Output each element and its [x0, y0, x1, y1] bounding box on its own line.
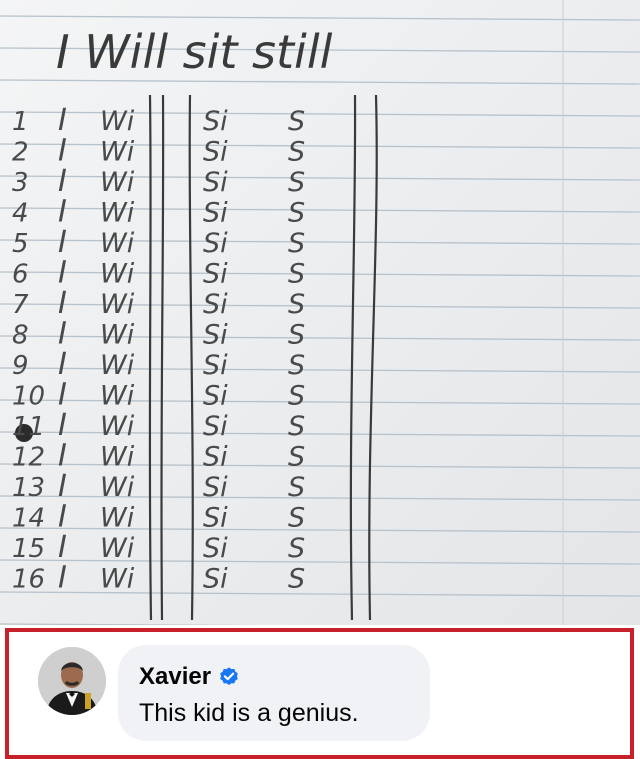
comment-author[interactable]: Xavier [139, 663, 211, 691]
handwritten-word: S [288, 472, 305, 503]
handwritten-line-number: 9 [12, 351, 29, 381]
handwritten-line-number: 16 [12, 565, 45, 595]
handwritten-word: Wi [100, 137, 135, 168]
handwritten-line-number: 6 [12, 260, 29, 290]
comment-card: Xavier This kid is a genius. [5, 628, 634, 759]
handwritten-word: Wi [100, 289, 135, 320]
handwritten-word: S [288, 198, 305, 229]
handwritten-line-number: 10 [12, 382, 45, 412]
handwritten-line-number: 11 [12, 412, 45, 442]
handwritten-word: S [288, 503, 305, 534]
handwritten-word: Wi [100, 106, 135, 137]
handwritten-word: Si [203, 167, 228, 198]
handwritten-word: Si [203, 442, 228, 473]
handwritten-word: S [288, 381, 305, 412]
handwritten-line-number: 2 [12, 138, 29, 168]
handwritten-word: Si [203, 381, 228, 412]
handwritten-word: S [288, 106, 305, 137]
handwritten-word: Wi [100, 350, 135, 381]
handwritten-line-number: 14 [12, 504, 45, 534]
handwritten-word: Si [203, 533, 228, 564]
handwritten-word: S [288, 289, 305, 320]
handwritten-word: S [288, 259, 305, 290]
handwritten-word: S [288, 564, 305, 595]
handwritten-line-number: 3 [12, 168, 29, 198]
handwritten-line-number: 4 [12, 199, 29, 229]
handwritten-word: Si [203, 228, 228, 259]
handwritten-line-number: 12 [12, 443, 45, 473]
handwritten-word: Si [203, 472, 228, 503]
handwritten-line-number: 13 [12, 473, 45, 503]
handwritten-word: Wi [100, 503, 135, 534]
handwritten-word: S [288, 533, 305, 564]
handwritten-word: Si [203, 411, 228, 442]
handwritten-word: Wi [100, 442, 135, 473]
handwritten-word: S [288, 228, 305, 259]
handwritten-word: Wi [100, 533, 135, 564]
notebook-photo: I Will sit still 1 I Wi Si S 2 I Wi Si S 3 I Wi Si S 4 I… [0, 0, 640, 625]
handwritten-word: Wi [100, 564, 135, 595]
handwritten-word: S [288, 167, 305, 198]
handwritten-word: S [288, 442, 305, 473]
handwritten-word: Wi [100, 472, 135, 503]
handwritten-word: Wi [100, 320, 135, 351]
notebook-page: I Will sit still 1 I Wi Si S2 I Wi Si S3 I Wi Si S4 I… [0, 0, 640, 625]
handwritten-word: Si [203, 259, 228, 290]
handwritten-line-number: 8 [12, 321, 29, 351]
handwritten-word: Si [203, 289, 228, 320]
handwritten-line-number: 7 [12, 290, 29, 320]
handwritten-word: Wi [100, 381, 135, 412]
handwritten-word: S [288, 411, 305, 442]
handwritten-word: S [288, 137, 305, 168]
handwritten-word: Si [203, 320, 228, 351]
handwritten-word: Wi [100, 167, 135, 198]
handwritten-word: Si [203, 198, 228, 229]
handwritten-word: S [288, 320, 305, 351]
handwritten-header: I Will sit still [56, 25, 333, 79]
handwritten-line-number: 1 [12, 107, 29, 137]
verified-badge-icon [220, 667, 238, 685]
handwritten-word: Si [203, 564, 228, 595]
handwritten-word: Wi [100, 228, 135, 259]
handwritten-word: I [58, 561, 67, 596]
handwritten-word: Si [203, 350, 228, 381]
handwritten-word: Wi [100, 259, 135, 290]
handwritten-word: Wi [100, 198, 135, 229]
avatar[interactable] [38, 647, 106, 715]
handwritten-word: S [288, 350, 305, 381]
comment-text: This kid is a genius. [139, 699, 359, 727]
handwritten-word: Si [203, 106, 228, 137]
handwritten-word: Si [203, 137, 228, 168]
handwritten-line-number: 15 [12, 534, 45, 564]
handwritten-word: Si [203, 503, 228, 534]
handwritten-line-number: 5 [12, 229, 29, 259]
comment-bubble: Xavier This kid is a genius. [118, 645, 430, 741]
handwritten-word: Wi [100, 411, 135, 442]
